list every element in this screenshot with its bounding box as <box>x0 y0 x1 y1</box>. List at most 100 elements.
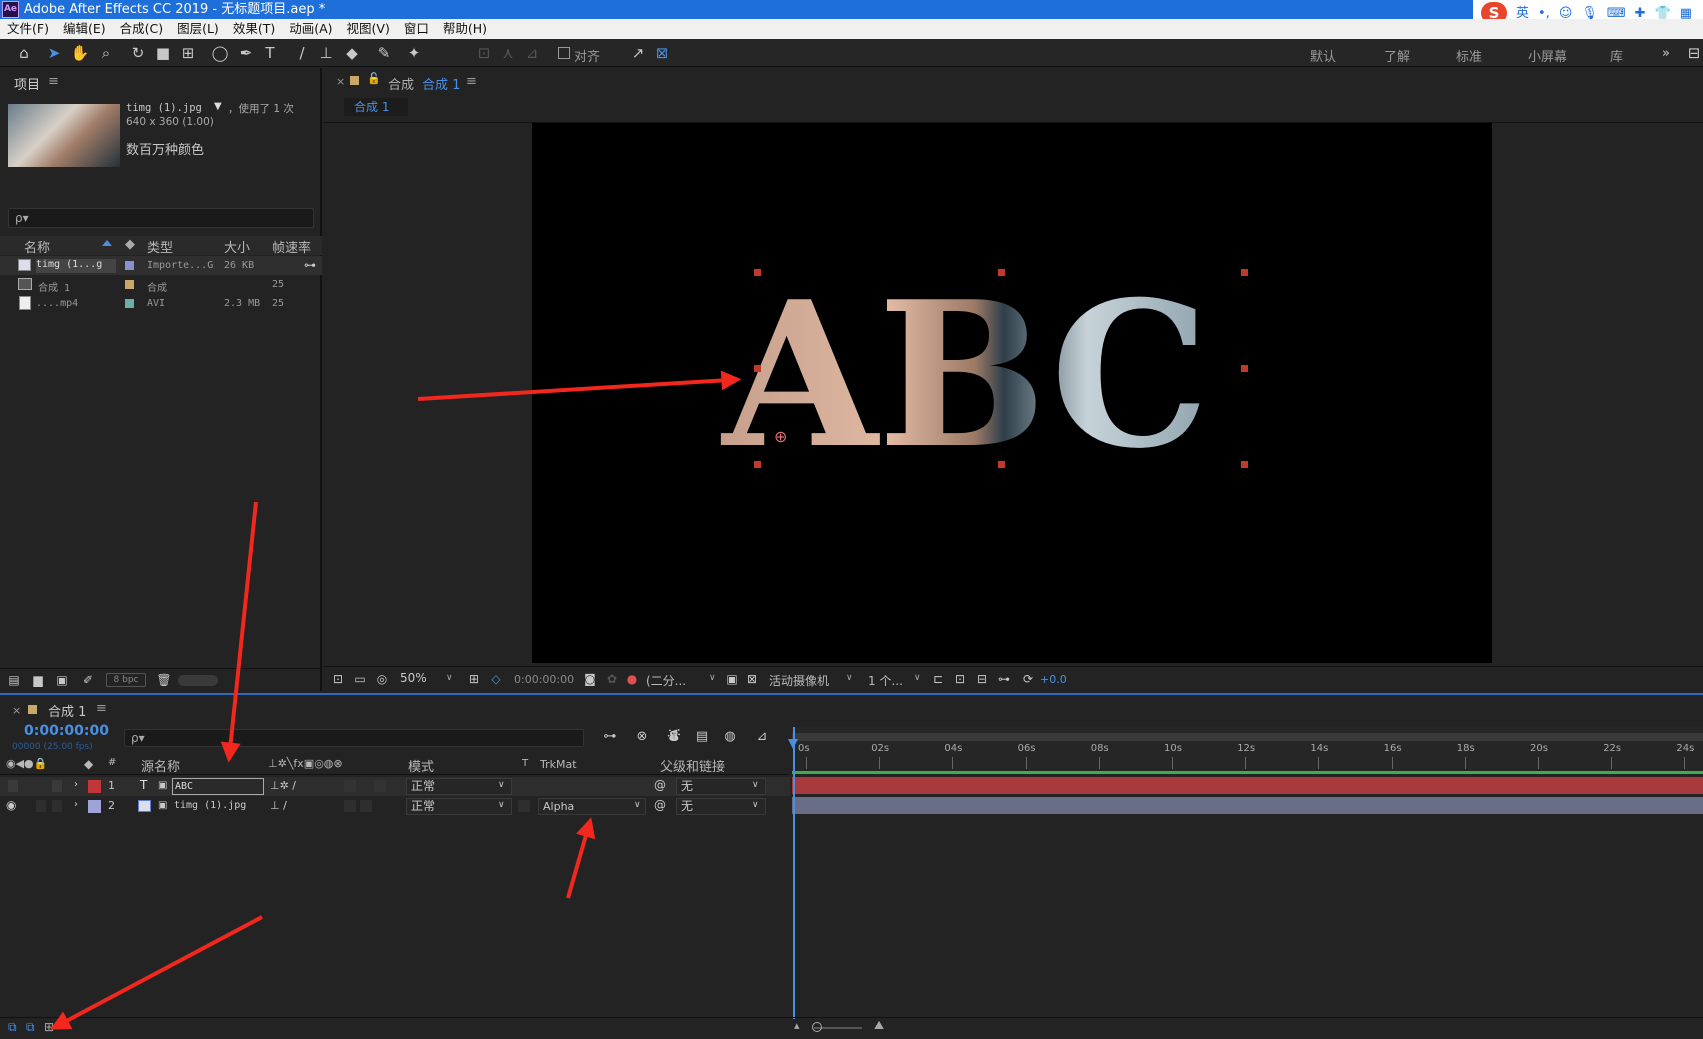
comp-tab-label[interactable]: 合成 <box>388 74 414 93</box>
snapshot-icon[interactable]: ◙ <box>580 669 600 689</box>
ellipse-tool-icon[interactable]: ◯ <box>210 43 230 63</box>
composition-viewer[interactable]: ABC ⊕ <box>532 123 1492 663</box>
col-type[interactable]: 类型 <box>147 237 173 256</box>
menu-help[interactable]: 帮助(H) <box>436 19 494 39</box>
axis-local-icon[interactable]: ⊡ <box>474 43 494 63</box>
playhead[interactable] <box>793 727 795 1019</box>
monitor-icon[interactable]: ▭ <box>350 669 370 689</box>
project-row[interactable]: timg (1...g Importe...G 26 KB ⊶ <box>0 256 322 275</box>
label-color[interactable] <box>125 280 134 289</box>
viewer-timecode[interactable]: 0:00:00:00 <box>514 673 574 686</box>
switch-box[interactable] <box>374 780 386 792</box>
layer-row[interactable]: › 1 T ▣ ABC ⊥✲ / 正常 ∨ @ 无 ∨ <box>0 777 790 796</box>
switch-box[interactable] <box>360 800 372 812</box>
reset-exposure-icon[interactable]: ⟳ <box>1018 669 1038 689</box>
col-hash[interactable]: # <box>108 757 116 768</box>
sort-asc-icon[interactable] <box>102 240 112 246</box>
clone-stamp-tool-icon[interactable]: ⊥ <box>316 43 336 63</box>
workspace-standard[interactable]: 标准 <box>1456 46 1482 65</box>
playhead-marker-icon[interactable] <box>788 739 798 749</box>
project-row[interactable]: 合成 1 合成 25 <box>0 275 322 294</box>
menu-composition[interactable]: 合成(C) <box>113 19 170 39</box>
col-trkmat[interactable]: TrkMat <box>540 758 577 771</box>
comp-mini-flowchart-icon[interactable]: ⊶ <box>600 727 620 747</box>
project-row[interactable]: ....mp4 AVI 2.3 MB 25 <box>0 294 322 313</box>
av-features-icon[interactable]: ◉◀●🔒 <box>6 757 47 770</box>
chevron-down-icon[interactable]: ∨ <box>446 673 453 683</box>
brush-tool-icon[interactable]: / <box>292 43 312 63</box>
layer-mode-select[interactable]: 正常 <box>406 778 512 795</box>
region-of-interest-icon[interactable]: ▣ <box>722 669 742 689</box>
flowchart-icon[interactable]: ⊶ <box>304 258 316 272</box>
chevron-down-icon[interactable]: ∨ <box>846 673 853 683</box>
selection-tool-icon[interactable]: ➤ <box>44 43 64 63</box>
bounding-handle[interactable] <box>1241 365 1248 372</box>
snap-feature-icon[interactable]: ⊠ <box>652 43 672 63</box>
project-search-input[interactable]: ρ▾ <box>8 208 314 228</box>
channels-icon[interactable]: ● <box>622 669 642 689</box>
col-t[interactable]: T <box>522 758 528 769</box>
chevron-down-icon[interactable]: ∨ <box>914 673 921 683</box>
motion-blur-icon[interactable]: ◍ <box>720 727 740 747</box>
panel-menu-icon[interactable]: ≡ <box>48 74 59 89</box>
show-snapshot-icon[interactable]: ✿ <box>602 669 622 689</box>
adjust-project-icon[interactable]: ✐ <box>78 670 98 690</box>
puppet-pin-tool-icon[interactable]: ✦ <box>404 43 424 63</box>
menu-animation[interactable]: 动画(A) <box>282 19 339 39</box>
col-name[interactable]: 名称 <box>24 237 50 256</box>
trash-icon[interactable]: 🗑 <box>154 670 174 690</box>
flowchart-icon[interactable]: ⊶ <box>994 669 1014 689</box>
roto-brush-tool-icon[interactable]: ✎ <box>374 43 394 63</box>
mask-path-icon[interactable]: ◇ <box>486 669 506 689</box>
snap-edge-icon[interactable]: ↗ <box>628 43 648 63</box>
layer-label-color[interactable] <box>88 800 101 813</box>
timeline-search-input[interactable]: ρ▾ <box>124 729 584 747</box>
home-icon[interactable]: ⌂ <box>14 43 34 63</box>
timeline-icon[interactable]: ⊟ <box>972 669 992 689</box>
col-mode[interactable]: 模式 <box>408 756 434 775</box>
bpc-button[interactable]: 8 bpc <box>106 673 146 687</box>
lock-icon[interactable]: 🔓 <box>367 72 381 85</box>
eye-icon[interactable]: ◉ <box>6 798 16 812</box>
switch-box[interactable] <box>344 800 356 812</box>
label-tag-icon[interactable]: ◆ <box>125 237 135 252</box>
pan-behind-tool-icon[interactable]: ⊞ <box>178 43 198 63</box>
new-folder-icon[interactable]: ▆ <box>28 670 48 690</box>
chevron-down-icon[interactable]: ∨ <box>498 780 505 790</box>
bounding-handle[interactable] <box>754 365 761 372</box>
menu-window[interactable]: 窗口 <box>397 19 436 39</box>
zoom-in-icon[interactable]: ⛰ <box>874 1018 884 1033</box>
bounding-handle[interactable] <box>754 461 761 468</box>
workspace-libraries[interactable]: 库 <box>1610 46 1623 65</box>
layer-duration-bar[interactable] <box>792 777 1703 794</box>
rotate-tool-icon[interactable]: ↻ <box>128 43 148 63</box>
switches-icon[interactable]: ⊥✲╲fx▣◎◍⊗ <box>268 757 343 770</box>
layer-label-color[interactable] <box>88 780 101 793</box>
preserve-transparency-switch[interactable] <box>518 800 530 812</box>
pen-tool-icon[interactable]: ✒ <box>236 43 256 63</box>
safe-margins-icon[interactable]: ⊞ <box>464 669 484 689</box>
label-color[interactable] <box>125 261 134 270</box>
shy-layers-icon[interactable]: ⛇ <box>664 727 684 747</box>
switch-box[interactable] <box>344 780 356 792</box>
close-panel-icon[interactable]: × <box>336 75 345 88</box>
search-help-icon[interactable]: ⊟ <box>1684 43 1703 63</box>
chevron-down-icon[interactable]: ∨ <box>634 800 641 810</box>
menu-edit[interactable]: 编辑(E) <box>56 19 113 39</box>
chevron-down-icon[interactable]: ∨ <box>709 673 716 683</box>
current-timecode[interactable]: 0:00:00:00 <box>24 723 109 739</box>
layer-duration-bar[interactable] <box>792 797 1703 814</box>
track-matte-select[interactable]: Alpha <box>538 798 646 815</box>
hand-tool-icon[interactable]: ✋ <box>70 43 90 63</box>
solo-switch[interactable] <box>52 800 62 812</box>
frame-blending-icon[interactable]: ▤ <box>692 727 712 747</box>
type-tool-icon[interactable]: T <box>260 43 280 63</box>
workspace-small-screen[interactable]: 小屏幕 <box>1528 46 1567 65</box>
zoom-out-icon[interactable]: ▴ <box>794 1019 800 1032</box>
work-area-bar[interactable] <box>792 733 1703 741</box>
new-comp-icon[interactable]: ▣ <box>52 670 72 690</box>
fast-preview-icon[interactable]: ⊡ <box>950 669 970 689</box>
audio-switch[interactable] <box>36 800 46 812</box>
draft-3d-icon[interactable]: ⊗ <box>632 727 652 747</box>
expand-chevron-icon[interactable]: › <box>74 799 78 810</box>
